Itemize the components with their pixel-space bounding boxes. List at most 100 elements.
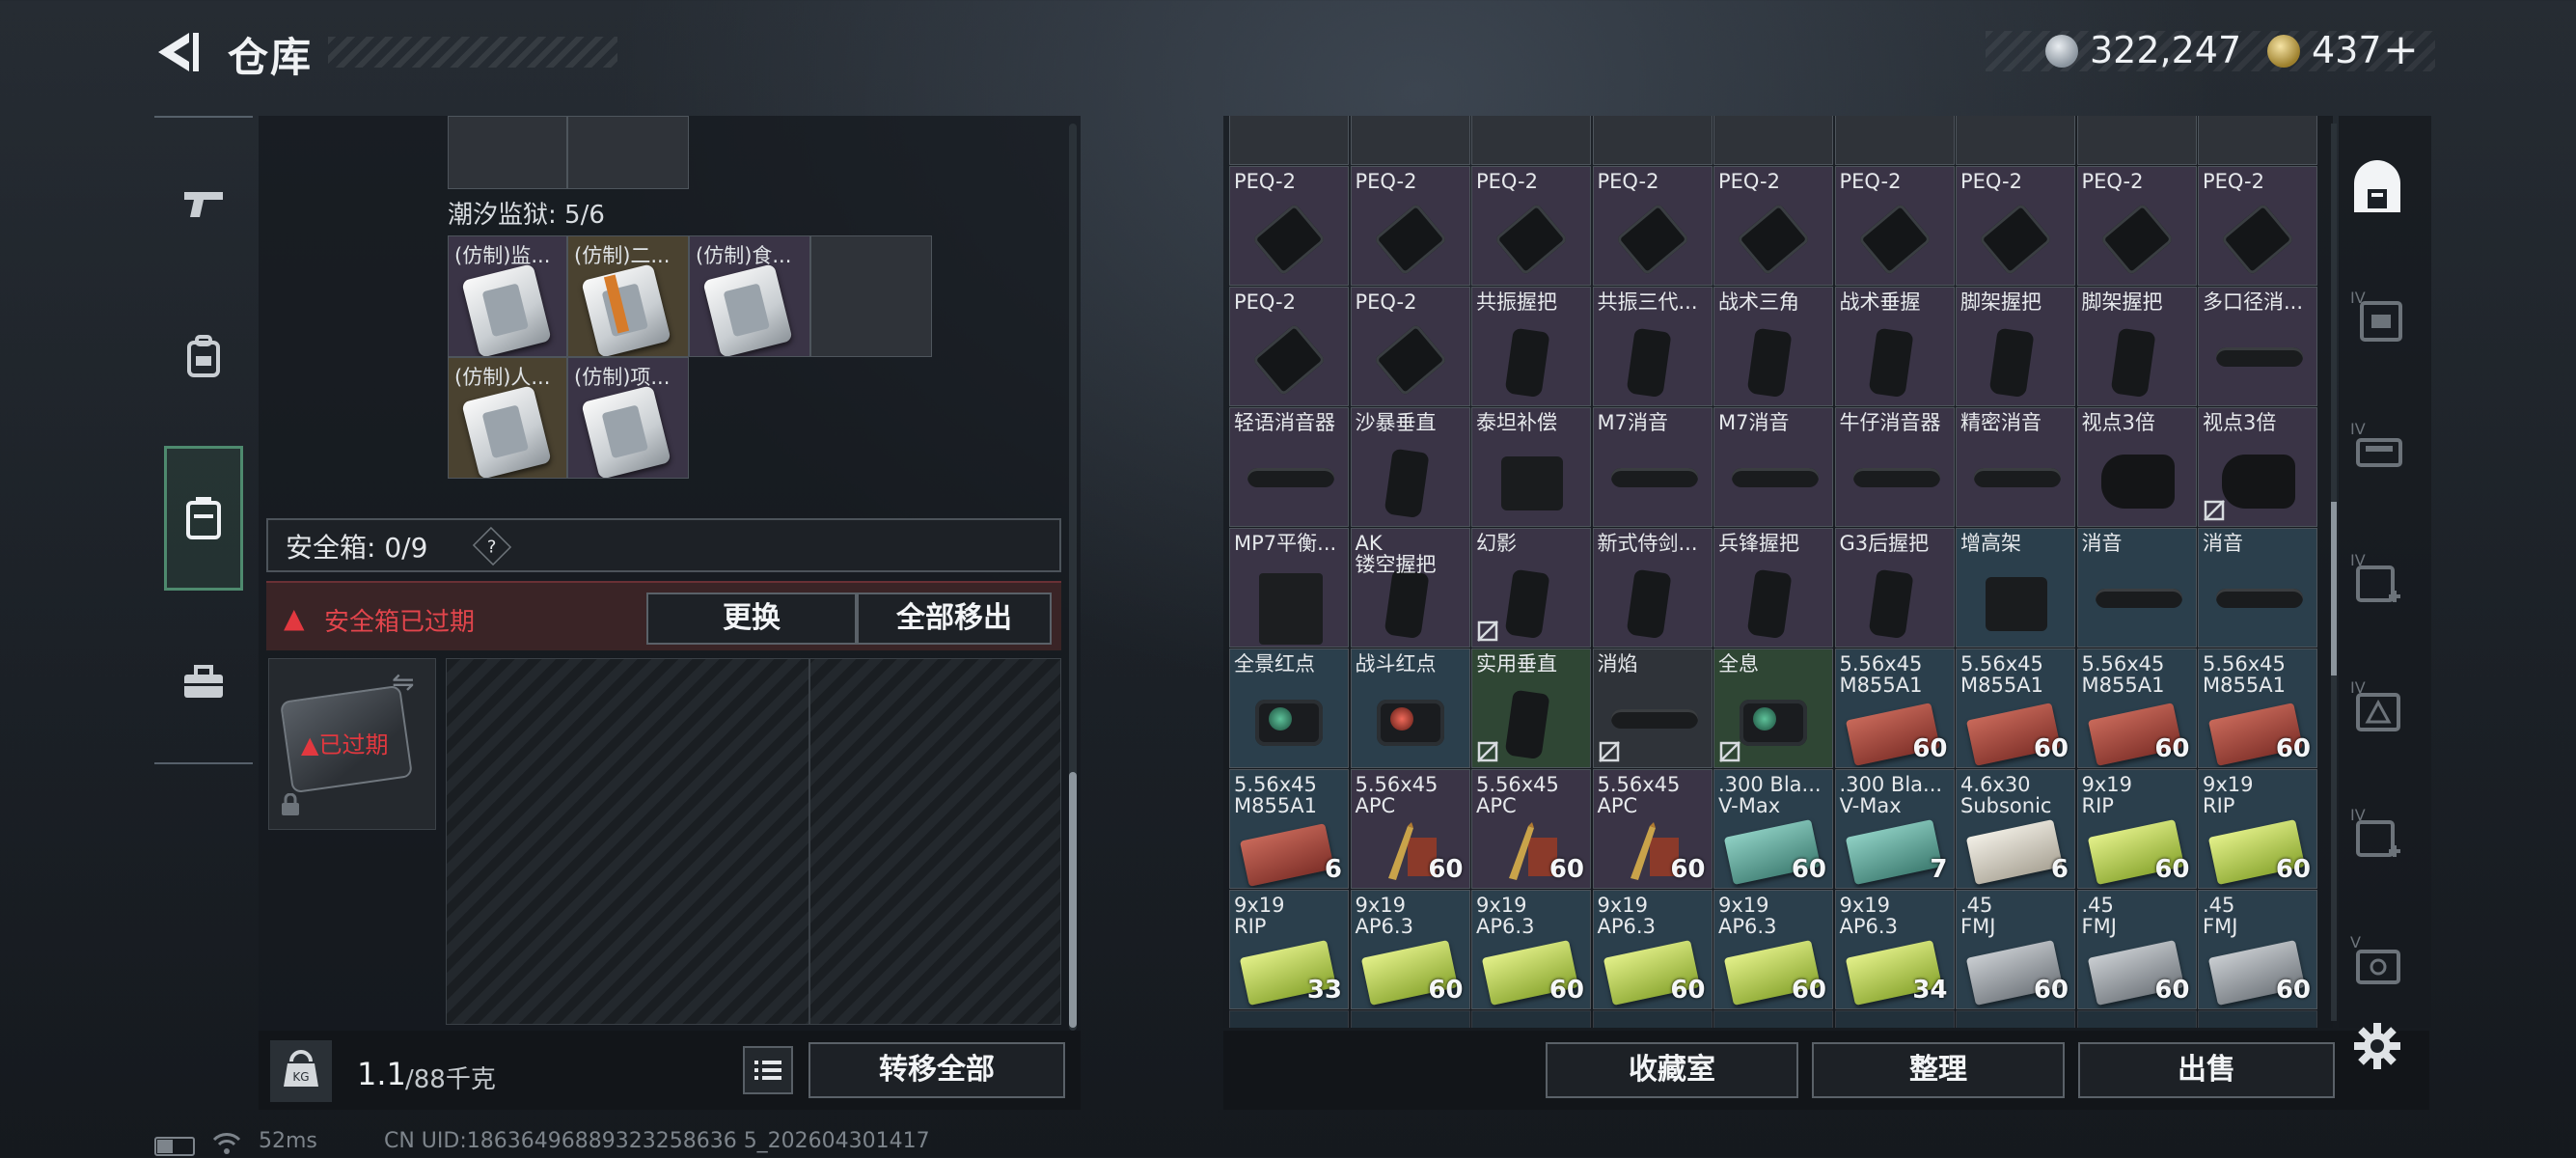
stash-item[interactable]: 9x19 AP6.3 60 xyxy=(1592,890,1713,1009)
lvl5-case-icon[interactable]: V xyxy=(2346,930,2408,992)
keycard-slot[interactable]: (仿制)项... xyxy=(567,357,689,479)
stash-slot[interactable] xyxy=(1592,1010,1713,1028)
stash-item[interactable]: PEQ-2 xyxy=(1592,166,1713,286)
keycard-slot[interactable]: (仿制)人... xyxy=(448,357,567,479)
stash-item[interactable]: 5.56x45 APC 60 xyxy=(1471,769,1591,889)
stash-item[interactable]: 9x19 RIP 60 xyxy=(2198,769,2317,889)
lvl4-warning-icon[interactable]: IV xyxy=(2346,676,2408,737)
stash-item[interactable]: PEQ-2 xyxy=(2198,166,2317,286)
stash-item[interactable]: PEQ-2 xyxy=(1471,166,1591,286)
lvl4-rig-icon[interactable]: IV xyxy=(2346,417,2408,479)
back-arrow-icon[interactable] xyxy=(152,27,201,77)
stash-item[interactable]: 消音 xyxy=(2198,528,2317,648)
stash-item[interactable]: 精密消音 xyxy=(1956,407,2075,527)
stash-slot[interactable] xyxy=(1834,116,1955,165)
stash-slot[interactable] xyxy=(1229,1010,1349,1028)
keycard-slot[interactable]: (仿制)二... xyxy=(567,235,689,357)
stash-item[interactable]: 脚架握把 xyxy=(2076,287,2197,406)
stash-item[interactable]: 实用垂直 xyxy=(1471,648,1591,768)
stash-item[interactable]: .45 FMJ 60 xyxy=(2198,890,2317,1009)
container-slot[interactable] xyxy=(810,235,932,357)
list-view-button[interactable] xyxy=(743,1046,793,1094)
tab-safe-case[interactable] xyxy=(164,446,243,591)
stash-item[interactable]: PEQ-2 xyxy=(1350,287,1470,406)
stash-item[interactable]: G3后握把 xyxy=(1834,528,1955,648)
replace-button[interactable]: 更换 xyxy=(646,593,857,645)
container-slot[interactable] xyxy=(567,116,689,189)
stash-item[interactable]: 9x19 AP6.3 60 xyxy=(1713,890,1833,1009)
stash-home-icon[interactable] xyxy=(2346,160,2408,222)
keycard-slot[interactable]: (仿制)食... xyxy=(689,235,810,357)
stash-item[interactable]: 增高架 xyxy=(1956,528,2075,648)
stash-item[interactable]: 5.56x45 M855A1 60 xyxy=(1956,648,2075,768)
stash-item[interactable]: .45 FMJ 60 xyxy=(1956,890,2075,1009)
stash-item[interactable]: 5.56x45 M855A1 60 xyxy=(1834,648,1955,768)
stash-item[interactable]: 轻语消音器 xyxy=(1229,407,1349,527)
keycard-slot[interactable]: (仿制)监... xyxy=(448,235,567,357)
stash-item[interactable]: .45 FMJ 60 xyxy=(2076,890,2197,1009)
swap-icon[interactable]: ⇋ xyxy=(392,666,414,698)
stash-item[interactable]: 战斗红点 xyxy=(1350,648,1470,768)
sell-button[interactable]: 出售 xyxy=(2078,1042,2335,1098)
stash-item[interactable]: PEQ-2 xyxy=(1229,166,1349,286)
transfer-all-button[interactable]: 转移全部 xyxy=(808,1042,1065,1098)
stash-item[interactable]: 5.56x45 M855A1 60 xyxy=(2076,648,2197,768)
stash-slot[interactable] xyxy=(1350,116,1470,165)
gear-icon[interactable] xyxy=(2352,1021,2402,1071)
stash-item[interactable]: 9x19 RIP 60 xyxy=(2076,769,2197,889)
tab-backpack[interactable] xyxy=(166,303,241,409)
stash-slot[interactable] xyxy=(1713,116,1833,165)
stash-item[interactable]: 脚架握把 xyxy=(1956,287,2075,406)
stash-slot[interactable] xyxy=(1229,116,1349,165)
stash-item[interactable]: 战术三角 xyxy=(1713,287,1833,406)
lvl4-add-icon[interactable]: IV xyxy=(2346,803,2408,865)
stash-slot[interactable] xyxy=(1834,1010,1955,1028)
stash-item[interactable]: PEQ-2 xyxy=(1229,287,1349,406)
stash-item[interactable]: AK 镂空握把 xyxy=(1350,528,1470,648)
stash-item[interactable]: 9x19 AP6.3 34 xyxy=(1834,890,1955,1009)
stash-item[interactable]: PEQ-2 xyxy=(2076,166,2197,286)
lvl4-medkit-icon[interactable]: IV xyxy=(2346,548,2408,610)
stash-item[interactable]: .300 Bla... V-Max 60 xyxy=(1713,769,1833,889)
stash-item[interactable]: 共振握把 xyxy=(1471,287,1591,406)
container-slot[interactable] xyxy=(448,116,567,189)
organize-button[interactable]: 整理 xyxy=(1812,1042,2065,1098)
stash-item[interactable]: PEQ-2 xyxy=(1713,166,1833,286)
stash-item[interactable]: 新式侍剑... xyxy=(1592,528,1713,648)
stash-slot[interactable] xyxy=(1956,116,2075,165)
stash-item[interactable]: 5.56x45 M855A1 6 xyxy=(1229,769,1349,889)
stash-item[interactable]: M7消音 xyxy=(1713,407,1833,527)
stash-item[interactable]: 共振三代... xyxy=(1592,287,1713,406)
stash-item[interactable]: 视点3倍 xyxy=(2198,407,2317,527)
stash-slot[interactable] xyxy=(2198,1010,2317,1028)
stash-item[interactable]: 5.56x45 M855A1 60 xyxy=(2198,648,2317,768)
stash-item[interactable]: 牛仔消音器 xyxy=(1834,407,1955,527)
lvl4-backpack-icon[interactable]: IV xyxy=(2346,286,2408,347)
move-all-out-button[interactable]: 全部移出 xyxy=(857,593,1052,645)
stash-item[interactable]: PEQ-2 xyxy=(1350,166,1470,286)
stash-item[interactable]: 视点3倍 xyxy=(2076,407,2197,527)
stash-item[interactable]: 4.6x30 Subsonic 6 xyxy=(1956,769,2075,889)
stash-slot[interactable] xyxy=(2198,116,2317,165)
stash-item[interactable]: 多口径消... xyxy=(2198,287,2317,406)
collection-room-button[interactable]: 收藏室 xyxy=(1546,1042,1798,1098)
stash-item[interactable]: 战术垂握 xyxy=(1834,287,1955,406)
stash-item[interactable]: M7消音 xyxy=(1592,407,1713,527)
stash-item[interactable]: PEQ-2 xyxy=(1834,166,1955,286)
stash-item[interactable]: PEQ-2 xyxy=(1956,166,2075,286)
stash-item[interactable]: 消音 xyxy=(2076,528,2197,648)
stash-slot[interactable] xyxy=(1350,1010,1470,1028)
stash-item[interactable]: .300 Bla... V-Max 7 xyxy=(1834,769,1955,889)
stash-item[interactable]: 9x19 AP6.3 60 xyxy=(1350,890,1470,1009)
add-currency-button[interactable]: + xyxy=(2383,25,2419,74)
stash-slot[interactable] xyxy=(2076,116,2197,165)
stash-slot[interactable] xyxy=(1592,116,1713,165)
stash-item[interactable]: 消焰 xyxy=(1592,648,1713,768)
stash-slot[interactable] xyxy=(1471,116,1591,165)
stash-scroll-thumb[interactable] xyxy=(2331,502,2337,676)
stash-item[interactable]: 9x19 RIP 33 xyxy=(1229,890,1349,1009)
stash-item[interactable]: 9x19 AP6.3 60 xyxy=(1471,890,1591,1009)
stash-slot[interactable] xyxy=(1956,1010,2075,1028)
stash-item[interactable]: 兵锋握把 xyxy=(1713,528,1833,648)
stash-item[interactable]: 5.56x45 APC 60 xyxy=(1592,769,1713,889)
